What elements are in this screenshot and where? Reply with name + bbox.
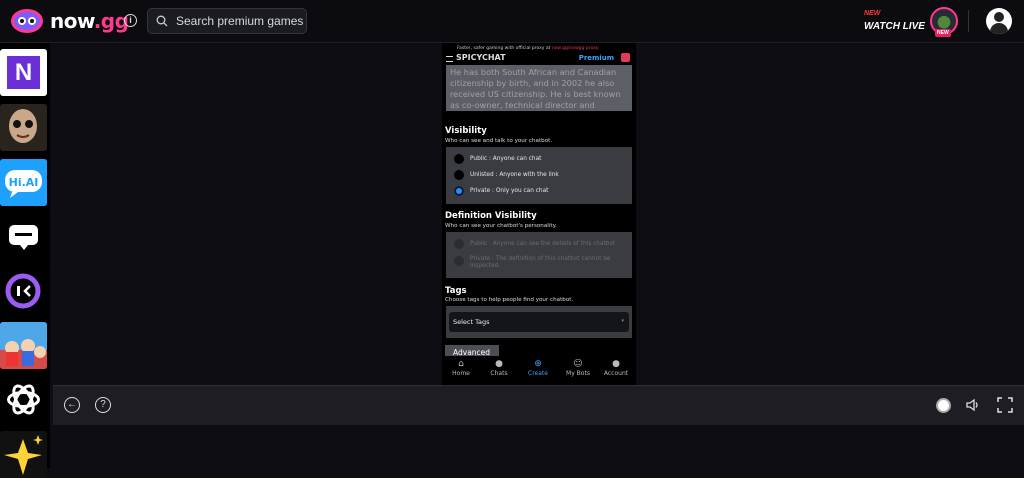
proxy-text: Faster, safer gaming with official proxy… — [457, 46, 552, 51]
app-tile-sparkle[interactable] — [0, 431, 47, 478]
visibility-panel: Public : Anyone can chat Unlisted : Anyo… — [446, 147, 632, 204]
horror-doll-icon — [0, 104, 47, 151]
watch-live-button[interactable]: NEW WATCH LIVE — [864, 10, 925, 33]
app-title-text: SPICYCHAT — [456, 53, 506, 62]
nav-chats[interactable]: ● Chats — [480, 359, 518, 377]
talkie-icon — [0, 268, 47, 315]
header-divider — [968, 10, 969, 32]
watch-live-label: WATCH LIVE — [864, 21, 925, 32]
app-tile-hiai[interactable]: Hi.AI — [0, 159, 47, 206]
info-icon[interactable]: i — [124, 14, 137, 27]
radio-def-public: Public : Anyone can see the details of t… — [454, 239, 617, 249]
radio-def-public-label: Public : Anyone can see the details of t… — [470, 241, 618, 247]
select-tags-dropdown[interactable]: Select Tags ▾ — [449, 312, 629, 332]
help-icon[interactable]: ? — [95, 397, 111, 413]
nav-home[interactable]: ⌂ Home — [442, 359, 480, 377]
radio-private[interactable]: Private : Only you can chat — [454, 186, 548, 196]
nav-create-label: Create — [528, 370, 548, 377]
nav-account-label: Account — [603, 370, 629, 377]
tags-title: Tags — [445, 286, 467, 296]
nav-my-bots-label: My Bots — [566, 370, 590, 377]
record-icon[interactable] — [936, 398, 951, 413]
n-app-icon: N — [7, 56, 40, 89]
app-tile-n[interactable]: N — [0, 49, 47, 96]
bots-icon: ☺ — [573, 359, 583, 369]
radio-unlisted-circle[interactable] — [454, 170, 464, 180]
tags-subtitle: Choose tags to help people find your cha… — [445, 297, 574, 303]
chevron-down-icon: ▾ — [621, 318, 624, 324]
premium-link[interactable]: Premium — [579, 54, 614, 62]
sparkle-star-icon — [0, 431, 47, 478]
fullscreen-icon[interactable] — [997, 397, 1013, 413]
radio-private-label: Private : Only you can chat — [470, 188, 549, 194]
nowgg-logo-icon — [11, 9, 43, 33]
definition-subtitle: Who can see your chatbot's personality. — [445, 223, 557, 229]
app-sidebar: N Hi.AI — [0, 43, 50, 478]
game-stream-frame[interactable]: Faster, safer gaming with official proxy… — [442, 43, 636, 385]
nav-account[interactable]: ● Account — [597, 359, 635, 377]
stream-control-bar: ← ? — [53, 385, 1024, 425]
app-tile-chat[interactable] — [0, 213, 47, 260]
nowgg-logo[interactable]: now.gg — [10, 8, 129, 34]
logo-text: now.gg — [50, 9, 129, 33]
nav-home-label: Home — [452, 370, 470, 377]
visibility-title: Visibility — [445, 126, 487, 136]
app-tile-cartoon-game[interactable] — [0, 322, 47, 369]
radio-unlisted-label: Unlisted : Anyone with the link — [470, 172, 559, 178]
search-placeholder: Search premium games — [176, 14, 304, 28]
back-icon[interactable]: ← — [64, 397, 80, 413]
top-bar: now.gg i Search premium games NEW WATCH … — [0, 0, 1024, 43]
hiai-icon: Hi.AI — [0, 159, 47, 206]
notification-bell-icon[interactable] — [621, 53, 630, 62]
volume-icon[interactable] — [965, 397, 981, 413]
radio-def-private: Private : The definition of this chatbot… — [454, 256, 624, 270]
radio-private-circle[interactable] — [454, 186, 464, 196]
home-icon: ⌂ — [458, 359, 464, 369]
bio-textarea[interactable]: He has both South African and Canadian c… — [446, 65, 632, 111]
definition-panel: Public : Anyone can see the details of t… — [446, 232, 632, 278]
select-tags-label: Select Tags — [453, 318, 490, 326]
proxy-link[interactable]: now.gg/nowgg-proxy — [552, 46, 599, 51]
cartoon-game-icon — [0, 322, 47, 369]
bottom-nav: ⌂ Home ● Chats ⊕ Create ☺ My Bots ● Acco… — [442, 356, 636, 385]
account-icon: ● — [612, 359, 620, 369]
radio-public-circle[interactable] — [454, 154, 464, 164]
avatar-head — [994, 12, 1004, 22]
nav-chats-label: Chats — [490, 370, 508, 377]
visibility-subtitle: Who can see and talk to your chatbot. — [445, 138, 553, 144]
nav-create[interactable]: ⊕ Create — [519, 359, 557, 377]
chat-bubble-icon — [0, 213, 47, 260]
search-box[interactable]: Search premium games — [147, 8, 307, 34]
radio-def-private-label: Private : The definition of this chatbot… — [470, 256, 611, 269]
avatar-body — [990, 23, 1008, 34]
definition-title: Definition Visibility — [445, 211, 537, 221]
radio-public[interactable]: Public : Anyone can chat — [454, 154, 541, 164]
app-tile-horror-doll[interactable] — [0, 104, 47, 151]
openai-knot-icon — [0, 376, 47, 423]
app-tile-openai[interactable] — [0, 376, 47, 423]
create-icon: ⊕ — [534, 359, 542, 369]
app-tile-talkie[interactable] — [0, 268, 47, 315]
chats-icon: ● — [495, 359, 503, 369]
radio-unlisted[interactable]: Unlisted : Anyone with the link — [454, 170, 559, 180]
radio-def-private-circle — [454, 256, 464, 266]
radio-public-label: Public : Anyone can chat — [470, 156, 542, 162]
nav-my-bots[interactable]: ☺ My Bots — [559, 359, 597, 377]
search-icon — [156, 15, 168, 27]
watch-new-label: NEW — [864, 10, 881, 17]
svg-text:Hi.AI: Hi.AI — [9, 176, 39, 189]
radio-def-public-circle — [454, 239, 464, 249]
user-avatar[interactable] — [986, 8, 1012, 34]
live-new-badge: NEW — [935, 29, 951, 37]
